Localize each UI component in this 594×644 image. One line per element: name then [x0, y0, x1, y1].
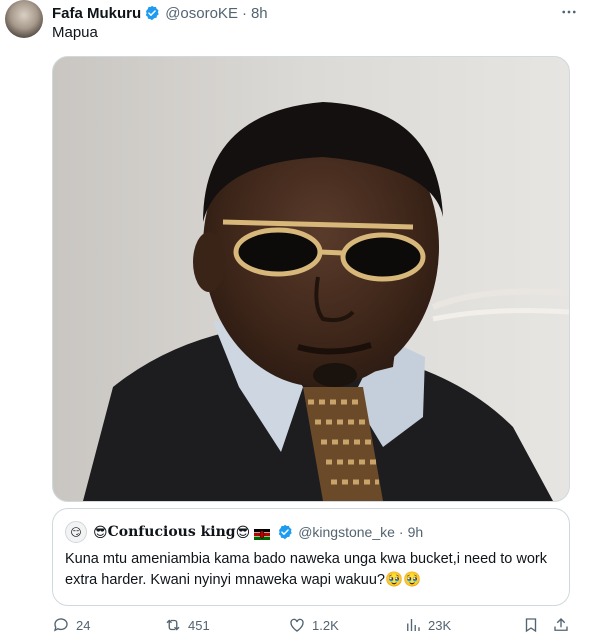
- quoted-tweet-header: 😏 😎 Confucious king 😎 @kingstone_ke · 9h: [65, 521, 423, 543]
- author-name[interactable]: Fafa Mukuru: [52, 5, 141, 22]
- quoted-name-suffix-emoji: 😎: [235, 523, 251, 540]
- quoted-author-avatar[interactable]: 😏: [65, 521, 87, 543]
- reply-count: 24: [76, 617, 91, 633]
- repost-count: 451: [188, 617, 210, 633]
- share-button[interactable]: [552, 616, 576, 634]
- like-icon: [290, 618, 304, 632]
- tweet-header: Fafa Mukuru @osoroKE · 8h: [52, 3, 554, 23]
- views-count: 23K: [428, 617, 452, 633]
- share-icon: [554, 618, 568, 631]
- quoted-separator-dot: ·: [398, 524, 404, 540]
- reply-button[interactable]: 24: [52, 616, 90, 634]
- tweet-image[interactable]: [52, 56, 570, 502]
- quoted-tweet-text: Kuna mtu ameniambia kama bado naweka ung…: [65, 551, 548, 588]
- bookmark-button[interactable]: [522, 616, 546, 634]
- tweet-actions-bar: 24 451 1.2K 23K: [52, 612, 572, 638]
- author-avatar[interactable]: [5, 0, 43, 38]
- quoted-tweet-time[interactable]: 9h: [408, 524, 424, 540]
- kenya-flag-icon: [254, 527, 271, 540]
- views-button[interactable]: 23K: [404, 616, 451, 634]
- repost-icon: [166, 619, 180, 631]
- more-options-icon[interactable]: [558, 3, 580, 21]
- quoted-tweet[interactable]: 😏 😎 Confucious king 😎 @kingstone_ke · 9h…: [52, 508, 570, 606]
- bookmark-icon: [525, 618, 537, 633]
- author-handle[interactable]: @osoroKE: [165, 5, 238, 22]
- quoted-author-handle[interactable]: @kingstone_ke: [298, 524, 395, 540]
- like-count: 1.2K: [312, 617, 339, 633]
- repost-button[interactable]: 451: [164, 616, 210, 634]
- separator-dot: ·: [241, 4, 247, 22]
- verified-badge-icon: [144, 5, 160, 21]
- like-button[interactable]: 1.2K: [288, 616, 339, 634]
- reply-icon: [53, 618, 68, 632]
- tweet-time[interactable]: 8h: [251, 5, 268, 22]
- quoted-author-name[interactable]: Confucious king: [108, 524, 236, 540]
- tweet-text: Mapua: [52, 24, 98, 41]
- views-icon: [407, 619, 420, 631]
- quoted-verified-badge-icon: [277, 524, 293, 540]
- quoted-name-prefix-emoji: 😎: [93, 523, 108, 540]
